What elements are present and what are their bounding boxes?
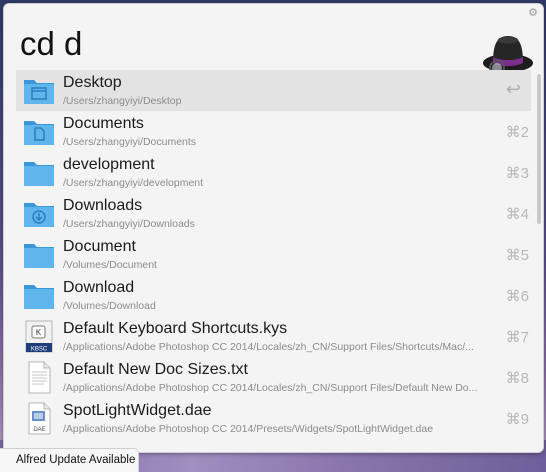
query-row — [4, 16, 543, 76]
folder-documents-icon — [24, 121, 54, 145]
result-title: Downloads — [63, 197, 143, 214]
dae-file-icon: DAE — [28, 402, 51, 435]
result-shortcut: ⌘5 — [505, 247, 529, 264]
result-subtitle: /Users/zhangyiyi/Documents — [63, 136, 197, 148]
result-row[interactable]: Downloads /Users/zhangyiyi/Downloads ⌘4 — [16, 193, 531, 234]
result-title: Download — [63, 279, 135, 296]
kbsc-label: KBSC — [31, 347, 48, 353]
result-row[interactable]: K KBSC Default Keyboard Shortcuts.kys /A… — [16, 316, 531, 357]
result-shortcut: ⌘8 — [505, 370, 529, 387]
result-shortcut: ⌘6 — [505, 288, 529, 305]
result-shortcut: ⌘2 — [505, 124, 529, 141]
kbsc-file-icon: K KBSC — [25, 320, 53, 353]
result-subtitle: /Volumes/Download — [63, 300, 156, 312]
result-shortcut: ⌘3 — [505, 165, 529, 182]
alfred-window: ⚙ Desktop /Users/zhangyiyi/Desktop ↩ — [3, 3, 544, 453]
result-row[interactable]: development /Users/zhangyiyi/development… — [16, 152, 531, 193]
result-shortcut: ⌘7 — [505, 329, 529, 346]
results-list: Desktop /Users/zhangyiyi/Desktop ↩ Docum… — [16, 70, 531, 442]
result-row[interactable]: Download /Volumes/Download ⌘6 — [16, 275, 531, 316]
result-subtitle: /Volumes/Document — [63, 259, 157, 271]
results-scrollbar[interactable] — [537, 74, 541, 224]
result-subtitle: /Users/zhangyiyi/Downloads — [63, 218, 195, 230]
svg-text:K: K — [36, 328, 42, 337]
text-file-icon — [28, 361, 51, 394]
result-title: Document — [63, 238, 136, 255]
result-title: SpotLightWidget.dae — [63, 402, 212, 419]
result-subtitle: /Applications/Adobe Photoshop CC 2014/Lo… — [63, 341, 474, 353]
search-input[interactable] — [20, 24, 440, 64]
result-subtitle: /Applications/Adobe Photoshop CC 2014/Pr… — [63, 423, 434, 435]
result-shortcut: ⌘4 — [505, 206, 529, 223]
result-title: development — [63, 156, 155, 173]
folder-downloads-icon — [24, 203, 54, 227]
folder-icon — [24, 285, 54, 309]
result-row[interactable]: Document /Volumes/Document ⌘5 — [16, 234, 531, 275]
result-subtitle: /Users/zhangyiyi/development — [63, 177, 204, 189]
result-title: Default New Doc Sizes.txt — [63, 361, 248, 378]
result-title: Documents — [63, 115, 144, 132]
result-title: Desktop — [63, 74, 122, 91]
result-subtitle: /Applications/Adobe Photoshop CC 2014/Lo… — [63, 382, 478, 394]
folder-icon — [24, 244, 54, 268]
result-row[interactable]: Default New Doc Sizes.txt /Applications/… — [16, 357, 531, 398]
return-icon: ↩ — [505, 79, 521, 99]
result-shortcut: ⌘9 — [505, 411, 529, 428]
folder-desktop-icon — [24, 80, 54, 104]
result-subtitle: /Users/zhangyiyi/Desktop — [63, 95, 182, 107]
result-row[interactable]: DAE SpotLightWidget.dae /Applications/Ad… — [16, 398, 531, 439]
dae-label: DAE — [33, 427, 45, 433]
folder-icon — [24, 162, 54, 186]
update-available-badge[interactable]: Alfred Update Available — [0, 448, 139, 472]
result-title: Default Keyboard Shortcuts.kys — [63, 320, 288, 337]
result-row[interactable]: Documents /Users/zhangyiyi/Documents ⌘2 — [16, 111, 531, 152]
result-row[interactable]: Desktop /Users/zhangyiyi/Desktop ↩ — [16, 70, 531, 111]
